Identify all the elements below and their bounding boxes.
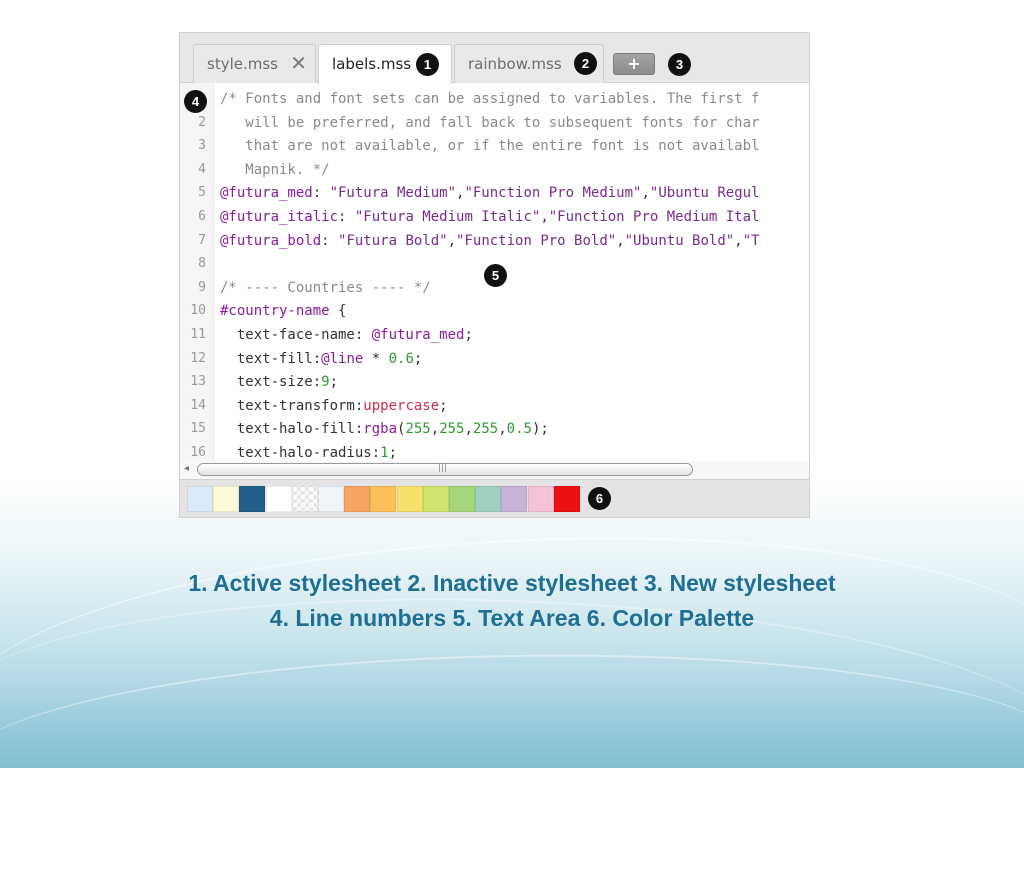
code-text[interactable]: #country-name { xyxy=(220,299,346,323)
code-text[interactable]: text-size:9; xyxy=(220,370,338,394)
code-line[interactable]: /* Fonts and font sets can be assigned t… xyxy=(180,87,809,111)
tab-label: rainbow.mss xyxy=(468,55,562,73)
code-text[interactable]: will be preferred, and fall back to subs… xyxy=(220,111,759,135)
code-line[interactable]: 16 text-halo-radius:1; xyxy=(180,441,809,463)
new-stylesheet-button[interactable]: + xyxy=(613,53,655,75)
code-text[interactable]: text-halo-radius:1; xyxy=(220,441,397,463)
color-swatch[interactable] xyxy=(370,486,397,512)
caption-line-1: 1. Active stylesheet 2. Inactive stylesh… xyxy=(188,570,836,596)
line-number: 4 xyxy=(198,161,206,177)
code-line[interactable]: 10 #country-name { xyxy=(180,299,809,323)
color-swatch[interactable] xyxy=(475,486,502,512)
code-line[interactable]: 11 text-face-name: @futura_med; xyxy=(180,323,809,347)
color-swatch[interactable] xyxy=(501,486,528,512)
caption-line-2: 4. Line numbers 5. Text Area 6. Color Pa… xyxy=(269,605,755,631)
callout-badge-3: 3 xyxy=(668,53,691,76)
callout-badge-4: 4 xyxy=(184,90,207,113)
code-text[interactable]: text-halo-fill:rgba(255,255,255,0.5); xyxy=(220,417,549,441)
color-swatch[interactable] xyxy=(553,486,580,512)
color-swatch[interactable] xyxy=(449,486,475,512)
color-swatch[interactable] xyxy=(527,486,554,512)
line-number: 10 xyxy=(190,303,206,319)
color-swatch[interactable] xyxy=(187,486,213,512)
code-line[interactable]: 7 @futura_bold: "Futura Bold","Function P… xyxy=(180,229,809,253)
code-text[interactable]: Mapnik. */ xyxy=(220,158,329,182)
callout-badge-2: 2 xyxy=(574,52,597,75)
line-number: 15 xyxy=(190,421,206,437)
code-line[interactable]: 13 text-size:9; xyxy=(180,370,809,394)
color-swatch[interactable] xyxy=(291,486,318,512)
color-swatch[interactable] xyxy=(239,486,266,512)
color-swatch[interactable] xyxy=(396,486,423,512)
line-number: 6 xyxy=(198,209,206,224)
tab-bar: style.mss ✕ labels.mss rainbow.mss + xyxy=(180,33,809,84)
tab-label: style.mss xyxy=(207,55,278,73)
line-number: 3 xyxy=(198,138,206,154)
color-swatch[interactable] xyxy=(344,486,371,512)
horizontal-scrollbar[interactable]: ◂ ||| xyxy=(180,461,809,479)
scrollbar-thumb[interactable]: ||| xyxy=(197,463,693,476)
color-swatch[interactable] xyxy=(318,486,344,512)
code-text[interactable]: text-transform:uppercase; xyxy=(220,394,448,418)
code-text[interactable]: /* ---- Countries ---- */ xyxy=(220,276,431,300)
code-text[interactable]: that are not available, or if the entire… xyxy=(220,134,759,158)
line-number: 12 xyxy=(190,350,206,366)
line-number: 13 xyxy=(190,374,206,390)
code-line[interactable]: 2 will be preferred, and fall back to su… xyxy=(180,111,809,135)
scroll-left-icon[interactable]: ◂ xyxy=(184,463,189,474)
callout-badge-6: 6 xyxy=(588,487,611,510)
line-number: 5 xyxy=(198,185,206,201)
color-swatch[interactable] xyxy=(213,486,240,512)
callout-badge-5: 5 xyxy=(484,264,507,287)
tab-label: labels.mss xyxy=(332,55,412,73)
code-text[interactable]: text-face-name: @futura_med; xyxy=(220,323,473,347)
color-swatch[interactable] xyxy=(265,486,292,512)
close-icon[interactable]: ✕ xyxy=(290,51,307,75)
code-text[interactable]: @futura_bold: "Futura Bold","Function Pr… xyxy=(220,229,760,253)
line-number: 2 xyxy=(198,114,206,130)
code-line[interactable]: 15 text-halo-fill:rgba(255,255,255,0.5); xyxy=(180,417,809,441)
code-line[interactable]: 4 Mapnik. */ xyxy=(180,158,809,182)
line-number: 9 xyxy=(198,279,206,295)
line-number: 11 xyxy=(190,327,206,342)
grip-icon: ||| xyxy=(438,463,448,473)
code-text[interactable]: @futura_italic: "Futura Medium Italic","… xyxy=(220,205,759,229)
line-number: 7 xyxy=(198,232,206,248)
line-number: 8 xyxy=(198,256,206,272)
editor-screenshot: style.mss ✕ labels.mss rainbow.mss + /* … xyxy=(179,32,810,518)
code-text[interactable]: @futura_med: "Futura Medium","Function P… xyxy=(220,181,759,205)
code-line[interactable]: 6 @futura_italic: "Futura Medium Italic",… xyxy=(180,205,809,229)
color-swatch[interactable] xyxy=(422,486,449,512)
tab-style-mss[interactable]: style.mss ✕ xyxy=(193,44,316,83)
code-line[interactable]: 14 text-transform:uppercase; xyxy=(180,394,809,418)
code-line[interactable]: 12 text-fill:@line * 0.6; xyxy=(180,347,809,371)
code-text[interactable]: text-fill:@line * 0.6; xyxy=(220,347,423,371)
callout-badge-1: 1 xyxy=(416,53,439,76)
code-line[interactable]: 3 that are not available, or if the enti… xyxy=(180,134,809,158)
code-text[interactable]: /* Fonts and font sets can be assigned t… xyxy=(220,87,759,111)
line-number: 14 xyxy=(190,397,206,413)
color-palette xyxy=(180,479,809,517)
code-line[interactable]: 5 @futura_med: "Futura Medium","Function … xyxy=(180,181,809,205)
line-number: 16 xyxy=(190,445,206,460)
